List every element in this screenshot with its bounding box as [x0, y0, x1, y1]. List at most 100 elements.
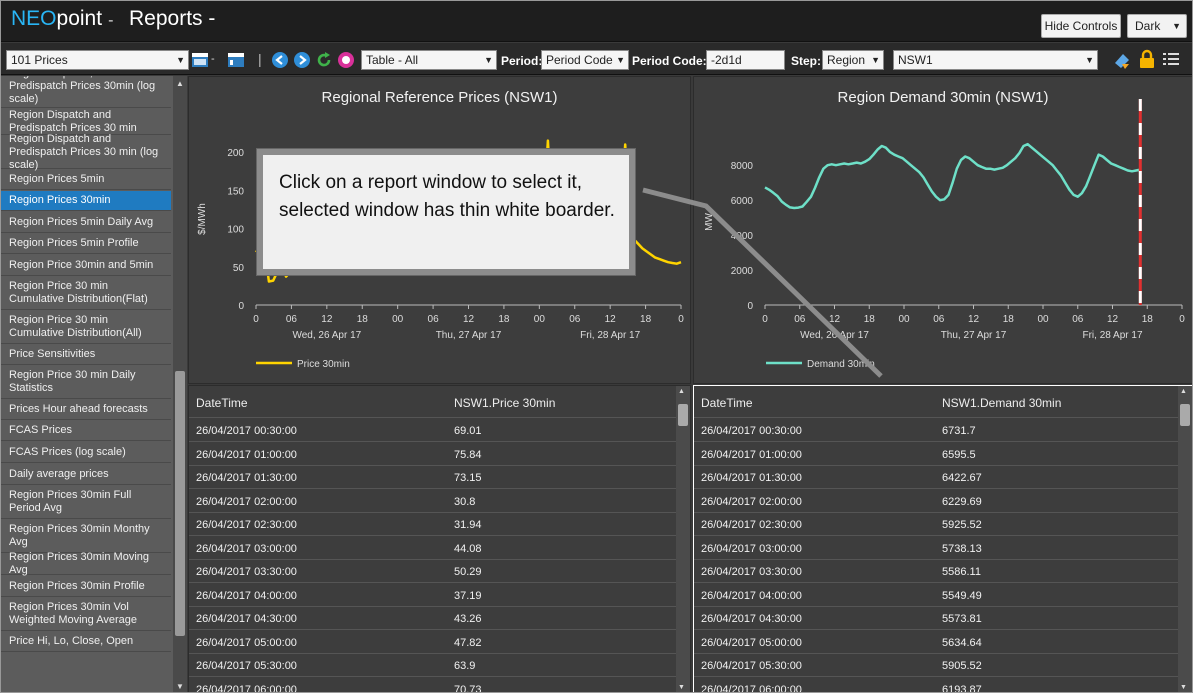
record-icon[interactable]: [337, 51, 355, 69]
cell-value: 69.01: [454, 425, 482, 437]
x-tick-label: 00: [392, 314, 404, 325]
demand-table-scrollbar[interactable]: ▲ ▼: [1178, 386, 1192, 692]
chart-icon[interactable]: [227, 51, 245, 69]
price-table-panel[interactable]: DateTime NSW1.Price 30min 26/04/2017 00:…: [188, 385, 691, 693]
table-row[interactable]: 26/04/2017 00:30:00 69.01: [189, 419, 676, 442]
column-header-datetime[interactable]: DateTime: [196, 396, 248, 410]
hide-controls-button[interactable]: Hide Controls: [1041, 14, 1121, 38]
reports-menu[interactable]: Reports -: [129, 7, 215, 31]
table-mode-select[interactable]: Table - All ▼: [361, 50, 497, 70]
table-row[interactable]: 26/04/2017 03:30:00 5586.11: [694, 560, 1178, 583]
sidebar-item[interactable]: FCAS Prices: [1, 421, 171, 441]
sidebar-item[interactable]: Region Prices 30min Monthy Avg: [1, 520, 171, 553]
x-tick-label: 12: [968, 314, 980, 325]
table-row[interactable]: 26/04/2017 04:00:00 5549.49: [694, 584, 1178, 607]
export-caret-icon[interactable]: -: [211, 53, 215, 65]
scroll-down-icon[interactable]: ▼: [678, 684, 685, 691]
table-row[interactable]: 26/04/2017 03:30:00 50.29: [189, 560, 676, 583]
report-group-select[interactable]: 101 Prices ▼: [6, 50, 189, 70]
table-row[interactable]: 26/04/2017 04:30:00 5573.81: [694, 607, 1178, 630]
back-icon[interactable]: [271, 51, 289, 69]
sidebar-item[interactable]: Region Price 30 min Cumulative Distribut…: [1, 277, 171, 310]
cell-datetime: 26/04/2017 03:30:00: [196, 566, 297, 578]
demand-table-scroll-thumb[interactable]: [1180, 404, 1190, 426]
demand-chart-panel[interactable]: Region Demand 30min (NSW1) 0 2000 4000 6000…: [693, 76, 1192, 384]
table-row[interactable]: 26/04/2017 01:00:00 6595.5: [694, 443, 1178, 466]
sidebar-item[interactable]: Prices Hour ahead forecasts: [1, 400, 171, 420]
table-row[interactable]: 26/04/2017 02:30:00 5925.52: [694, 513, 1178, 536]
bookmark-icon[interactable]: [1112, 50, 1132, 70]
sidebar-scrollbar[interactable]: ▲ ▼: [173, 76, 187, 692]
sidebar-item[interactable]: Region Dispatch and Predispatch Prices 3…: [1, 133, 171, 171]
column-header-price[interactable]: NSW1.Price 30min: [454, 396, 555, 410]
sidebar-item[interactable]: Region Prices 30min Moving Avg: [1, 551, 171, 576]
y-tick-label: 0: [747, 301, 753, 312]
column-header-datetime[interactable]: DateTime: [701, 396, 753, 410]
x-tick-label: 0: [1179, 314, 1185, 325]
sidebar-scroll-thumb[interactable]: [175, 371, 185, 636]
price-table-scroll-thumb[interactable]: [678, 404, 688, 426]
sidebar-item[interactable]: Region Price 30min and 5min: [1, 255, 171, 276]
table-row[interactable]: 26/04/2017 01:30:00 6422.67: [694, 466, 1178, 489]
table-row[interactable]: 26/04/2017 02:30:00 31.94: [189, 513, 676, 536]
table-row[interactable]: 26/04/2017 02:00:00 30.8: [189, 490, 676, 513]
table-row[interactable]: 26/04/2017 04:00:00 37.19: [189, 584, 676, 607]
scroll-up-icon[interactable]: ▲: [176, 79, 184, 88]
table-row[interactable]: 26/04/2017 06:00:00 6193.87: [694, 678, 1178, 693]
table-row[interactable]: 26/04/2017 05:00:00 47.82: [189, 631, 676, 654]
scroll-down-icon[interactable]: ▼: [176, 682, 184, 691]
sidebar-item[interactable]: Region Prices 30min Vol Weighted Moving …: [1, 598, 171, 631]
table-row[interactable]: 26/04/2017 03:00:00 44.08: [189, 537, 676, 560]
sidebar-item[interactable]: Region Dispatch, P5min and Predispatch P…: [1, 76, 171, 108]
cell-datetime: 26/04/2017 05:30:00: [196, 660, 297, 672]
table-row[interactable]: 26/04/2017 05:30:00 63.9: [189, 654, 676, 677]
sidebar-item[interactable]: Region Prices 5min Profile: [1, 234, 171, 254]
table-row[interactable]: 26/04/2017 05:00:00 5634.64: [694, 631, 1178, 654]
sidebar-item[interactable]: Region Prices 5min Daily Avg: [1, 212, 171, 233]
cell-datetime: 26/04/2017 02:30:00: [196, 519, 297, 531]
table-row[interactable]: 26/04/2017 06:00:00 70.73: [189, 678, 676, 693]
table-row[interactable]: 26/04/2017 01:00:00 75.84: [189, 443, 676, 466]
menu-icon[interactable]: [1163, 52, 1179, 66]
scroll-up-icon[interactable]: ▲: [1180, 388, 1187, 395]
sidebar-item[interactable]: Region Prices 30min: [1, 191, 171, 211]
scroll-up-icon[interactable]: ▲: [678, 388, 685, 395]
callout-text: Click on a report window to select it, s…: [279, 172, 615, 221]
column-header-demand[interactable]: NSW1.Demand 30min: [942, 396, 1061, 410]
forward-icon[interactable]: [293, 51, 311, 69]
x-tick-label: 12: [463, 314, 475, 325]
sidebar-item[interactable]: Region Price 30 min Daily Statistics: [1, 366, 171, 399]
price-table-scrollbar[interactable]: ▲ ▼: [676, 386, 690, 692]
sidebar-item[interactable]: Daily average prices: [1, 464, 171, 485]
sidebar-item[interactable]: Region Dispatch and Predispatch Prices 3…: [1, 109, 171, 135]
sidebar-item[interactable]: Region Prices 30min Full Period Avg: [1, 486, 171, 519]
period-code-input[interactable]: -2d1d: [706, 50, 785, 70]
region-select[interactable]: NSW1 ▼: [893, 50, 1098, 70]
scroll-down-icon[interactable]: ▼: [1180, 684, 1187, 691]
sidebar-item[interactable]: FCAS Prices (log scale): [1, 442, 171, 463]
excel-icon[interactable]: [191, 51, 209, 69]
brand-menu[interactable]: NEOpoint -: [11, 7, 113, 31]
table-row[interactable]: 26/04/2017 04:30:00 43.26: [189, 607, 676, 630]
table-row[interactable]: 26/04/2017 05:30:00 5905.52: [694, 654, 1178, 677]
x-tick-label: 06: [794, 314, 806, 325]
sidebar-item[interactable]: Region Price 30 min Cumulative Distribut…: [1, 311, 171, 344]
table-row[interactable]: 26/04/2017 00:30:00 6731.7: [694, 419, 1178, 442]
table-row[interactable]: 26/04/2017 02:00:00 6229.69: [694, 490, 1178, 513]
sidebar-item[interactable]: Price Hi, Lo, Close, Open: [1, 632, 171, 652]
x-tick-label: 12: [1107, 314, 1119, 325]
refresh-icon[interactable]: [315, 51, 333, 69]
lock-icon[interactable]: [1138, 49, 1156, 69]
sidebar-item[interactable]: Price Sensitivities: [1, 345, 171, 365]
theme-select[interactable]: Dark ▼: [1127, 14, 1187, 38]
table-row[interactable]: 26/04/2017 01:30:00 73.15: [189, 466, 676, 489]
cell-value: 75.84: [454, 448, 482, 461]
legend-label: Price 30min: [297, 359, 350, 370]
table-row[interactable]: 26/04/2017 03:00:00 5738.13: [694, 537, 1178, 560]
sidebar-item[interactable]: Region Prices 30min Profile: [1, 576, 171, 597]
demand-table-panel[interactable]: DateTime NSW1.Demand 30min 26/04/2017 00…: [693, 385, 1192, 693]
step-select[interactable]: Region ▼: [822, 50, 884, 70]
period-select[interactable]: Period Code ▼: [541, 50, 629, 70]
cell-value: 44.08: [454, 542, 482, 555]
sidebar-item[interactable]: Region Prices 5min: [1, 170, 171, 190]
